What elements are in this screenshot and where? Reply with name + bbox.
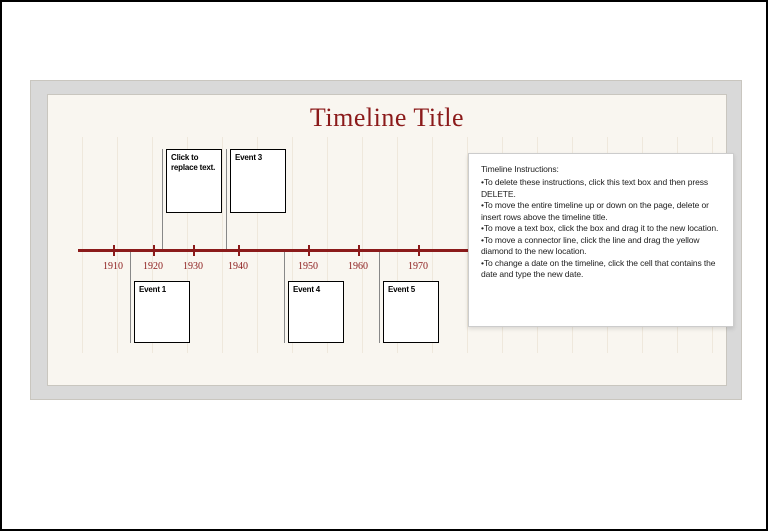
- tick: [238, 245, 240, 256]
- instruction-bullet: •To move the entire timeline up or down …: [481, 200, 721, 223]
- tick: [308, 245, 310, 256]
- connector-line[interactable]: [284, 252, 285, 343]
- instructions-title: Timeline Instructions:: [481, 164, 721, 175]
- year-label[interactable]: 1940: [228, 261, 248, 272]
- tick: [153, 245, 155, 256]
- instructions-body: •To delete these instructions, click thi…: [481, 177, 721, 280]
- event-box[interactable]: Event 4: [288, 281, 344, 343]
- timeline-axis: [78, 249, 516, 252]
- event-box[interactable]: Event 5: [383, 281, 439, 343]
- event-box[interactable]: Event 3: [230, 149, 286, 213]
- instruction-bullet: •To delete these instructions, click thi…: [481, 177, 721, 200]
- year-label[interactable]: 1930: [183, 261, 203, 272]
- connector-line[interactable]: [226, 149, 227, 249]
- instruction-bullet: •To move a connector line, click the lin…: [481, 235, 721, 258]
- connector-line[interactable]: [379, 252, 380, 343]
- year-label[interactable]: 1920: [143, 261, 163, 272]
- instruction-bullet: •To move a text box, click the box and d…: [481, 223, 721, 234]
- tick: [358, 245, 360, 256]
- event-box[interactable]: Event 1: [134, 281, 190, 343]
- year-label[interactable]: 1960: [348, 261, 368, 272]
- connector-line[interactable]: [130, 252, 131, 343]
- year-label[interactable]: 1950: [298, 261, 318, 272]
- year-label[interactable]: 1910: [103, 261, 123, 272]
- year-label[interactable]: 1970: [408, 261, 428, 272]
- event-box[interactable]: Click to replace text.: [166, 149, 222, 213]
- timeline-title[interactable]: Timeline Title: [48, 103, 726, 133]
- timeline-page: Timeline Title 1910 1920 1930 1940 1950 1960 1…: [47, 94, 727, 386]
- instructions-box[interactable]: Timeline Instructions: •To delete these …: [468, 153, 734, 327]
- connector-line[interactable]: [162, 149, 163, 249]
- tick: [193, 245, 195, 256]
- instruction-bullet: •To change a date on the timeline, click…: [481, 258, 721, 281]
- tick: [113, 245, 115, 256]
- tick: [418, 245, 420, 256]
